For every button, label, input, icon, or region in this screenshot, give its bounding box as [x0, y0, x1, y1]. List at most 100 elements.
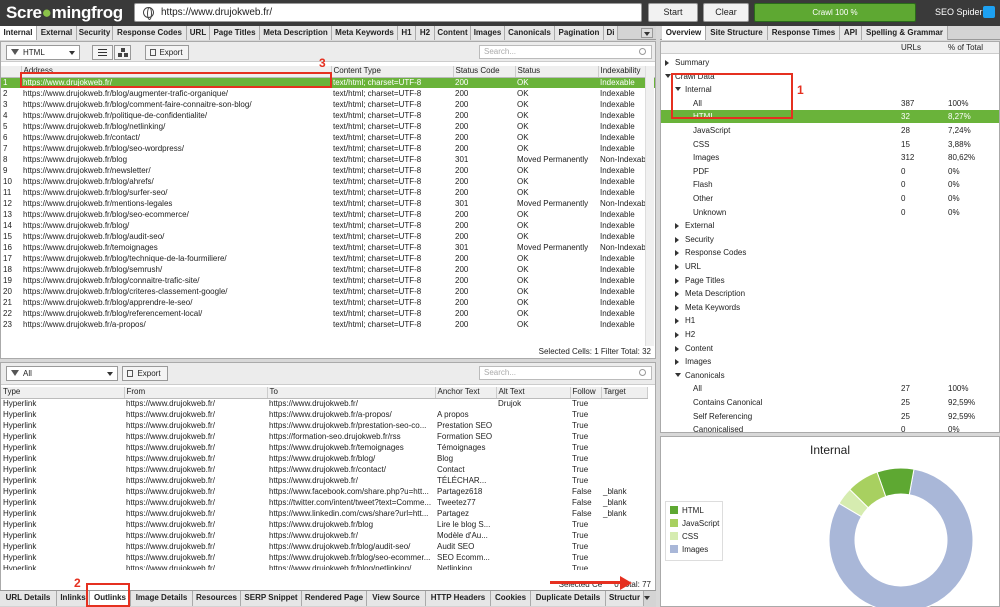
tab-response-codes[interactable]: Response Codes [113, 26, 187, 40]
collapsed-arrow-icon[interactable] [675, 332, 679, 338]
table-row[interactable]: 13 https://www.drujokweb.fr/blog/seo-ecom… [1, 209, 655, 220]
table-row[interactable]: Hyperlink https://www.drujokweb.fr/https:… [1, 508, 647, 519]
table-row[interactable]: Hyperlink https://www.drujokweb.fr/https:… [1, 530, 647, 541]
table-row[interactable]: Hyperlink https://www.drujokweb.fr/https:… [1, 519, 647, 530]
collapsed-arrow-icon[interactable] [675, 236, 679, 243]
table-row[interactable]: Hyperlink https://www.drujokweb.fr/https:… [1, 552, 647, 563]
tab-h2[interactable]: H2 [416, 26, 435, 40]
table-row[interactable]: 15 https://www.drujokweb.fr/blog/audit-se… [1, 231, 655, 242]
list-view-button[interactable] [92, 45, 113, 60]
tab-site-structure[interactable]: Site Structure [706, 26, 768, 40]
table-row[interactable]: 14 https://www.drujokweb.fr/blog/text/htm… [1, 220, 655, 231]
table-row[interactable]: 7 https://www.drujokweb.fr/blog/seo-wordp… [1, 143, 655, 154]
filter-dropdown[interactable]: HTML [6, 45, 80, 60]
tab-meta-keywords[interactable]: Meta Keywords [332, 26, 398, 40]
tab-rendered-page[interactable]: Rendered Page [302, 591, 367, 606]
tab-structur[interactable]: Structur [606, 591, 644, 606]
column-header-status[interactable]: Status [515, 66, 599, 78]
table-row[interactable]: 21 https://www.drujokweb.fr/blog/apprendr… [1, 297, 655, 308]
collapsed-arrow-icon[interactable] [665, 60, 669, 66]
tab-overflow-dropdown[interactable] [641, 28, 653, 38]
tab-resources[interactable]: Resources [193, 591, 241, 606]
tab-view-source[interactable]: View Source [367, 591, 426, 606]
tree-item-images[interactable]: Images 312 80,62% [661, 151, 999, 164]
tree-item-self-referencing[interactable]: Self Referencing 25 92,59% [661, 410, 999, 423]
collapsed-arrow-icon[interactable] [675, 264, 679, 270]
collapsed-arrow-icon[interactable] [675, 304, 679, 311]
tree-item-content[interactable]: Content [661, 342, 999, 355]
tree-item-h1[interactable]: H1 [661, 314, 999, 327]
tab-spelling-grammar[interactable]: Spelling & Grammar [862, 26, 948, 40]
tree-item-canonicals[interactable]: Canonicals [661, 369, 999, 382]
tree-item-meta-keywords[interactable]: Meta Keywords [661, 301, 999, 314]
table-row[interactable]: 8 https://www.drujokweb.fr/blog text/html;… [1, 154, 655, 165]
tab-http-headers[interactable]: HTTP Headers [426, 591, 491, 606]
tree-view-button[interactable] [114, 45, 131, 60]
table-row[interactable]: 10 https://www.drujokweb.fr/blog/ahrefs/t… [1, 176, 655, 187]
column-header-type[interactable]: Type [1, 387, 125, 399]
bottom-search-input[interactable]: Search... [479, 366, 652, 380]
table-row[interactable]: Hyperlink https://www.drujokweb.fr/https:… [1, 486, 647, 497]
table-row[interactable]: 19 https://www.drujokweb.fr/blog/connaitr… [1, 275, 655, 286]
tree-item-meta-description[interactable]: Meta Description [661, 287, 999, 300]
tree-item-contains-canonical[interactable]: Contains Canonical 25 92,59% [661, 396, 999, 409]
tree-item-canonicalised[interactable]: Canonicalised 0 0% [661, 423, 999, 432]
tab-url-details[interactable]: URL Details [0, 591, 57, 606]
tree-item-unknown[interactable]: Unknown 0 0% [661, 206, 999, 219]
table-row[interactable]: 23 https://www.drujokweb.fr/a-propos/text… [1, 319, 655, 330]
column-header-status-code[interactable]: Status Code [453, 66, 516, 78]
tab-internal[interactable]: Internal [0, 26, 37, 40]
clear-button[interactable]: Clear [703, 3, 749, 22]
column-header-target[interactable]: Target [601, 387, 648, 399]
tab-page-titles[interactable]: Page Titles [210, 26, 260, 40]
tab-cookies[interactable]: Cookies [491, 591, 531, 606]
collapsed-arrow-icon[interactable] [675, 318, 679, 325]
collapsed-arrow-icon[interactable] [675, 223, 679, 230]
table-row[interactable]: Hyperlink https://www.drujokweb.fr/https:… [1, 497, 647, 508]
column-header-content-type[interactable]: Content Type [331, 66, 454, 78]
table-row[interactable]: Hyperlink https://www.drujokweb.fr/https:… [1, 464, 647, 475]
tab-response-times[interactable]: Response Times [768, 26, 840, 40]
column-header-follow[interactable]: Follow [570, 387, 602, 399]
table-row[interactable]: 5 https://www.drujokweb.fr/blog/netlinkin… [1, 121, 655, 132]
table-row[interactable]: 9 https://www.drujokweb.fr/newsletter/tex… [1, 165, 655, 176]
tab-h1[interactable]: H1 [398, 26, 416, 40]
column-header-index[interactable] [1, 66, 22, 78]
tree-item-h2[interactable]: H2 [661, 328, 999, 341]
tab-di[interactable]: Di [604, 26, 618, 40]
tree-item-css[interactable]: CSS 15 3,88% [661, 138, 999, 151]
url-input[interactable]: https://www.drujokweb.fr/ [134, 3, 642, 22]
table-row[interactable]: Hyperlink https://www.drujokweb.fr/https:… [1, 475, 647, 486]
column-header-from[interactable]: From [124, 387, 268, 399]
tree-item-response-codes[interactable]: Response Codes [661, 246, 999, 259]
tree-item-all[interactable]: All 27 100% [661, 382, 999, 395]
table-row[interactable]: 4 https://www.drujokweb.fr/politique-de-c… [1, 110, 655, 121]
table-row[interactable]: 3 https://www.drujokweb.fr/blog/comment-f… [1, 99, 655, 110]
tree-item-url[interactable]: URL [661, 260, 999, 273]
column-header-anchor-text[interactable]: Anchor Text [435, 387, 497, 399]
tab-url[interactable]: URL [187, 26, 210, 40]
table-row[interactable]: Hyperlink https://www.drujokweb.fr/https:… [1, 563, 647, 571]
table-row[interactable]: 22 https://www.drujokweb.fr/blog/referenc… [1, 308, 655, 319]
tab-api[interactable]: API [840, 26, 862, 40]
table-row[interactable]: Hyperlink https://www.drujokweb.fr/https:… [1, 442, 647, 453]
table-row[interactable]: 20 https://www.drujokweb.fr/blog/criteres… [1, 286, 655, 297]
table-row[interactable]: Hyperlink https://www.drujokweb.fr/https:… [1, 453, 647, 464]
table-row[interactable]: Hyperlink https://www.drujokweb.fr/https:… [1, 420, 647, 431]
table-row[interactable]: 11 https://www.drujokweb.fr/blog/surfer-s… [1, 187, 655, 198]
export-button[interactable]: Export [145, 45, 189, 60]
twitter-icon[interactable] [983, 6, 995, 18]
table-row[interactable]: Hyperlink https://www.drujokweb.fr/https:… [1, 398, 647, 409]
table-row[interactable]: 18 https://www.drujokweb.fr/blog/semrush/… [1, 264, 655, 275]
tree-item-images[interactable]: Images [661, 355, 999, 368]
tree-item-javascript[interactable]: JavaScript 28 7,24% [661, 124, 999, 137]
column-header-to[interactable]: To [267, 387, 436, 399]
tree-item-pdf[interactable]: PDF 0 0% [661, 165, 999, 178]
table-row[interactable]: Hyperlink https://www.drujokweb.fr/https:… [1, 541, 647, 552]
tab-duplicate-details[interactable]: Duplicate Details [531, 591, 606, 606]
collapsed-arrow-icon[interactable] [675, 250, 679, 257]
tab-serp-snippet[interactable]: SERP Snippet [241, 591, 302, 606]
tree-item-other[interactable]: Other 0 0% [661, 192, 999, 205]
tab-image-details[interactable]: Image Details [131, 591, 193, 606]
table-row[interactable]: 17 https://www.drujokweb.fr/blog/techniqu… [1, 253, 655, 264]
